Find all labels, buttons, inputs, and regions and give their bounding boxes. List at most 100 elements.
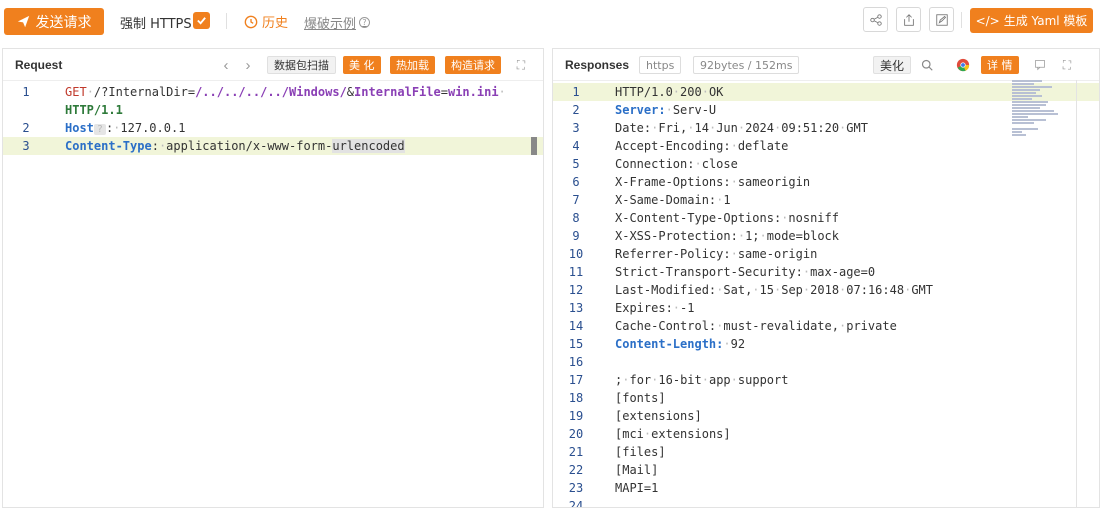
- line-number: 18: [568, 391, 584, 405]
- code-line: 19 [extensions]: [553, 407, 1099, 425]
- build-request-button[interactable]: 构造请求: [445, 56, 501, 74]
- line-text: Strict-Transport-Security:·max-age=0: [615, 263, 875, 281]
- code-line: 6 X-Frame-Options:·sameorigin: [553, 173, 1099, 191]
- share-button[interactable]: [863, 7, 888, 32]
- detail-button[interactable]: 详 情: [981, 56, 1019, 74]
- code-token: ·: [737, 229, 746, 243]
- code-token: Fri,: [658, 121, 688, 135]
- code-line: 2 Host?:·127.0.0.1: [3, 119, 543, 137]
- code-token: support: [737, 373, 789, 387]
- code-line: 21 [files]: [553, 443, 1099, 461]
- line-number: 1: [22, 85, 30, 99]
- code-line: 7 X-Same-Domain:·1: [553, 191, 1099, 209]
- brute-example-link[interactable]: 爆破示例 ?: [304, 13, 371, 32]
- expand-icon[interactable]: ⛶: [513, 57, 529, 73]
- export-button[interactable]: [896, 7, 921, 32]
- code-token: =: [440, 85, 448, 99]
- hint-chip: ?: [93, 124, 106, 135]
- line-number: 17: [568, 373, 584, 387]
- code-token: Referrer-Policy:: [615, 247, 731, 261]
- code-token: Strict-Transport-Security:: [615, 265, 803, 279]
- force-https-checkbox[interactable]: [193, 12, 210, 29]
- response-minimap[interactable]: [1012, 80, 1064, 140]
- line-text: Content-Type:·application/x-www-form-url…: [65, 137, 405, 155]
- send-request-button[interactable]: 发送请求: [4, 8, 104, 35]
- chevron-right-icon[interactable]: ›: [240, 57, 256, 74]
- response-editor[interactable]: 1 HTTP/1.0·200·OK 2 Server:·Serv-U 3 Date:·Fr…: [553, 83, 1099, 507]
- code-token: 1: [723, 193, 731, 207]
- code-token: Server:: [615, 103, 666, 117]
- code-token: Content-Length:: [615, 337, 724, 351]
- code-token: ·: [687, 121, 695, 135]
- line-text: HTTP/1.0·200·OK: [615, 83, 723, 101]
- chevron-left-icon[interactable]: ‹: [218, 57, 234, 74]
- line-text: HTTP/1.1: [65, 101, 123, 119]
- hot-load-button[interactable]: 热加载: [390, 56, 435, 74]
- force-https-label: 强制 HTTPS: [120, 17, 192, 32]
- line-text: Accept-Encoding:·deflate: [615, 137, 788, 155]
- packet-scan-button[interactable]: 数据包扫描: [267, 56, 336, 74]
- edit-button[interactable]: [929, 7, 954, 32]
- code-token: Last-Modified:: [615, 283, 717, 297]
- line-text: [files]: [615, 443, 666, 461]
- line-text: [fonts]: [615, 389, 666, 407]
- request-editor[interactable]: 1 GET·/?InternalDir=/../../../../Windows/…: [3, 83, 543, 155]
- brute-example-label: 爆破示例: [304, 17, 357, 32]
- code-token: X-Content-Type-Options:: [615, 211, 782, 225]
- code-line: 14 Cache-Control:·must-revalidate,·privat…: [553, 317, 1099, 335]
- history-button[interactable]: 历史: [244, 12, 288, 31]
- generate-yaml-button[interactable]: </> 生成 Yaml 模板: [970, 8, 1093, 33]
- search-icon[interactable]: [919, 57, 935, 73]
- line-number: 22: [568, 463, 584, 477]
- scrollbar-track[interactable]: [1076, 80, 1077, 508]
- code-token: ·: [730, 247, 738, 261]
- expand-icon[interactable]: ⛶: [1059, 57, 1075, 73]
- line-text: X-Frame-Options:·sameorigin: [615, 173, 810, 191]
- code-token: Accept-Encoding:: [615, 139, 731, 153]
- code-token: private: [846, 319, 897, 333]
- code-line: 1 GET·/?InternalDir=/../../../../Windows/…: [3, 83, 543, 101]
- code-token: 2024: [745, 121, 775, 135]
- code-token: deflate: [737, 139, 789, 153]
- code-token: X-Frame-Options:: [615, 175, 731, 189]
- line-text: GET·/?InternalDir=/../../../../Windows/&…: [65, 83, 506, 101]
- chrome-icon[interactable]: [955, 57, 971, 73]
- code-token: ·: [759, 229, 767, 243]
- line-number: 3: [22, 139, 30, 153]
- code-token: ·: [701, 373, 709, 387]
- code-token: 1;: [745, 229, 760, 243]
- request-panel: Request ‹ › 数据包扫描 美 化 热加载 构造请求 ⛶ 1 GET·/?…: [2, 48, 544, 508]
- code-token: Sat,: [723, 283, 753, 297]
- code-token: ·: [498, 85, 506, 99]
- request-header: Request ‹ › 数据包扫描 美 化 热加载 构造请求 ⛶: [3, 49, 543, 81]
- line-text: Cache-Control:·must-revalidate,·private: [615, 317, 897, 335]
- response-beautify-button[interactable]: 美化: [873, 56, 912, 74]
- code-token: ·: [802, 265, 811, 279]
- code-token: mode=block: [766, 229, 839, 243]
- upload-icon: [903, 13, 914, 26]
- text-cursor: [531, 137, 537, 155]
- request-title: Request: [15, 58, 63, 72]
- code-token: 127.0.0.1: [120, 121, 186, 135]
- code-line: 13 Expires:·-1: [553, 299, 1099, 317]
- top-toolbar: 发送请求 强制 HTTPS 历史 爆破示例 ? </> 生成 Yaml 模板: [0, 0, 1103, 42]
- code-token: ·: [694, 157, 702, 171]
- code-token: extensions]: [651, 427, 731, 441]
- code-token: [files]: [615, 445, 666, 459]
- send-icon: [17, 15, 29, 28]
- comment-icon[interactable]: [1032, 57, 1048, 73]
- code-token: Content-Type: [65, 139, 152, 153]
- line-number: 15: [568, 337, 584, 351]
- code-token: OK: [708, 85, 724, 99]
- code-line: 23 MAPI=1: [553, 479, 1099, 497]
- size-timing-badge: 92bytes / 152ms: [693, 56, 800, 74]
- code-token: for: [629, 373, 652, 387]
- response-header: Responses https 92bytes / 152ms 美化 详 情 ⛶: [553, 49, 1099, 81]
- code-token: Host: [65, 121, 94, 135]
- beautify-button[interactable]: 美 化: [343, 56, 381, 74]
- line-text: MAPI=1: [615, 479, 658, 497]
- code-token: application/x-www-form-: [166, 139, 333, 153]
- code-token: ·: [672, 301, 681, 315]
- line-number: 9: [572, 229, 580, 243]
- code-token: win.ini: [447, 85, 499, 99]
